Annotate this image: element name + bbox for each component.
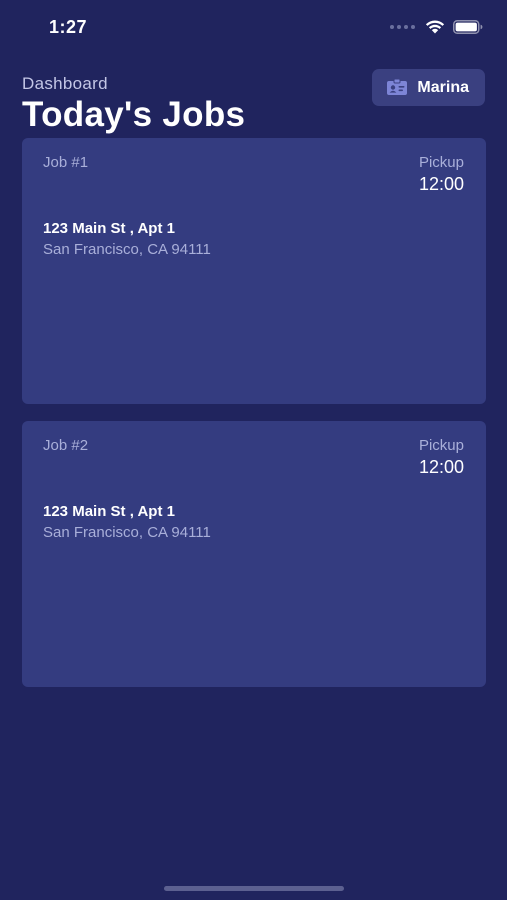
status-time: 1:27 — [49, 17, 88, 37]
job-city-address: San Francisco, CA 94111 — [43, 241, 211, 258]
wifi-icon — [425, 20, 445, 34]
pickup-time: 12:00 — [418, 457, 464, 477]
job-number: Job #2 — [43, 437, 89, 454]
page-header: Dashboard Today's Jobs — [22, 74, 245, 135]
pickup-time: 12:00 — [418, 174, 464, 194]
user-profile-button[interactable]: Marina — [372, 69, 485, 106]
job-card[interactable]: Job #1 Pickup 12:00 123 Main St , Apt 1 … — [22, 138, 486, 404]
pickup-label: Pickup — [418, 154, 464, 171]
page-title: Today's Jobs — [22, 95, 246, 134]
job-city-address: San Francisco, CA 94111 — [43, 524, 211, 541]
user-name: Marina — [417, 78, 469, 96]
battery-icon — [453, 19, 483, 34]
id-card-icon — [387, 79, 408, 95]
status-icons — [390, 19, 483, 34]
job-street-address: 123 Main St , Apt 1 — [43, 220, 175, 237]
job-card[interactable]: Job #2 Pickup 12:00 123 Main St , Apt 1 … — [22, 421, 486, 687]
cellular-signal-icon — [390, 24, 415, 29]
page-subtitle: Dashboard — [22, 74, 108, 93]
job-number: Job #1 — [43, 154, 89, 171]
status-bar: 1:27 — [0, 0, 507, 54]
job-street-address: 123 Main St , Apt 1 — [43, 503, 175, 520]
pickup-label: Pickup — [418, 437, 464, 454]
home-indicator[interactable] — [164, 886, 344, 891]
